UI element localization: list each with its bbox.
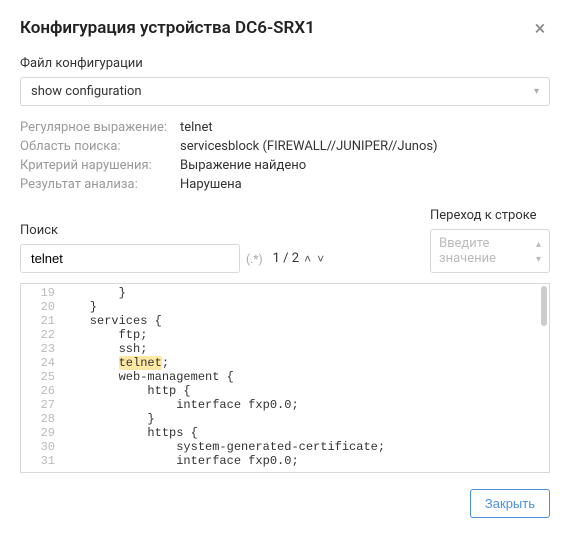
search-input[interactable] bbox=[20, 244, 240, 273]
config-file-label: Файл конфигурации bbox=[20, 56, 550, 71]
device-config-modal: Конфигурация устройства DC6-SRX1 × Файл … bbox=[0, 0, 570, 534]
result-label: Результат анализа: bbox=[20, 177, 180, 192]
code-line: http { bbox=[61, 384, 549, 398]
scrollbar[interactable] bbox=[541, 286, 547, 326]
modal-title: Конфигурация устройства DC6-SRX1 bbox=[20, 18, 315, 38]
line-gutter: 19202122232425262728293031 bbox=[21, 284, 61, 472]
code-line: system-generated-certificate; bbox=[61, 440, 549, 454]
line-number: 22 bbox=[21, 328, 55, 342]
code-line: ftp; bbox=[61, 328, 549, 342]
goto-placeholder: Введите значение bbox=[439, 236, 536, 266]
code-line: telnet; bbox=[61, 356, 549, 370]
criterion-label: Критерий нарушения: bbox=[20, 158, 180, 173]
config-file-select[interactable]: show configuration ▾ bbox=[20, 77, 550, 106]
close-icon[interactable]: × bbox=[530, 18, 550, 38]
code-viewer: 19202122232425262728293031 } } services … bbox=[20, 283, 550, 473]
code-line: } bbox=[61, 300, 549, 314]
line-number: 25 bbox=[21, 370, 55, 384]
analysis-summary: Регулярное выражение: telnet Область пои… bbox=[20, 120, 550, 192]
search-section: Поиск (.*) 1 / 2 ˄ ˅ bbox=[20, 223, 327, 273]
modal-footer: Закрыть bbox=[20, 489, 550, 518]
search-label: Поиск bbox=[20, 223, 327, 238]
line-number: 28 bbox=[21, 412, 55, 426]
close-button[interactable]: Закрыть bbox=[470, 489, 550, 518]
config-file-value: show configuration bbox=[31, 84, 142, 99]
code-line: interface fxp0.0; bbox=[61, 454, 549, 468]
code-line: services { bbox=[61, 314, 549, 328]
line-number: 30 bbox=[21, 440, 55, 454]
line-number: 31 bbox=[21, 454, 55, 468]
search-row: Поиск (.*) 1 / 2 ˄ ˅ Переход к строке Вв… bbox=[20, 208, 550, 273]
scope-label: Область поиска: bbox=[20, 139, 180, 154]
code-line: } bbox=[61, 286, 549, 300]
code-line: } bbox=[61, 412, 549, 426]
scope-value: servicesblock (FIREWALL//JUNIPER//Junos) bbox=[180, 139, 550, 154]
line-number: 26 bbox=[21, 384, 55, 398]
line-number: 27 bbox=[21, 398, 55, 412]
search-counter: 1 / 2 bbox=[273, 251, 299, 266]
code-line: https { bbox=[61, 426, 549, 440]
regex-toggle[interactable]: (.*) bbox=[246, 252, 263, 266]
line-number: 20 bbox=[21, 300, 55, 314]
criterion-value: Выражение найдено bbox=[180, 158, 550, 173]
line-number: 21 bbox=[21, 314, 55, 328]
code-line: ssh; bbox=[61, 342, 549, 356]
goto-label: Переход к строке bbox=[430, 208, 550, 223]
line-number: 23 bbox=[21, 342, 55, 356]
code-line: web-management { bbox=[61, 370, 549, 384]
goto-section: Переход к строке Введите значение ▴▾ bbox=[430, 208, 550, 273]
line-number: 19 bbox=[21, 286, 55, 300]
code-line: interface fxp0.0; bbox=[61, 398, 549, 412]
search-highlight: telnet bbox=[119, 356, 162, 370]
code-lines: } } services { ftp; ssh; telnet; web-man… bbox=[61, 284, 549, 472]
chevron-down-icon: ▾ bbox=[534, 86, 539, 97]
search-prev-icon[interactable]: ˄ bbox=[301, 250, 314, 268]
goto-line-input[interactable]: Введите значение ▴▾ bbox=[430, 229, 550, 273]
modal-header: Конфигурация устройства DC6-SRX1 × bbox=[20, 18, 550, 38]
line-number: 29 bbox=[21, 426, 55, 440]
regex-value: telnet bbox=[180, 120, 550, 135]
stepper-icon[interactable]: ▴▾ bbox=[536, 236, 541, 266]
regex-label: Регулярное выражение: bbox=[20, 120, 180, 135]
search-next-icon[interactable]: ˅ bbox=[314, 250, 327, 268]
result-value: Нарушена bbox=[180, 177, 550, 192]
line-number: 24 bbox=[21, 356, 55, 370]
